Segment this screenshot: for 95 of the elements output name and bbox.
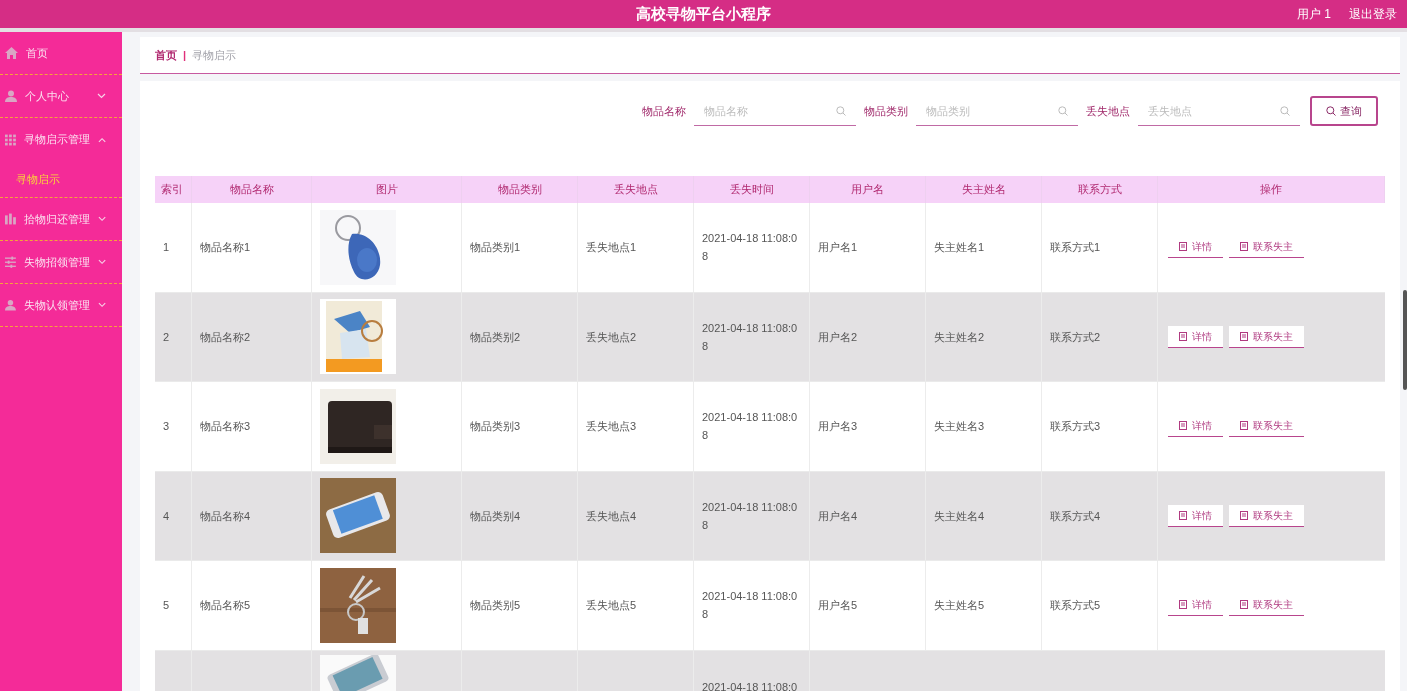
table-cell-text: 2021-04-18 11:08:0 <box>702 679 798 691</box>
table-cell-text: 丢失地点2 <box>586 329 637 345</box>
bar-chart-icon <box>5 213 16 225</box>
sidebar-item[interactable]: 失物认领管理 <box>0 284 122 327</box>
user-icon <box>5 90 17 102</box>
table-cell-text: 失主姓名4 <box>934 508 985 524</box>
table-cell-text: 物品名称1 <box>200 240 251 256</box>
table-cell-text: 用户名5 <box>818 598 858 614</box>
breadcrumb-link[interactable]: 首页 <box>155 46 177 64</box>
breadcrumb-separator: | <box>183 47 187 63</box>
document-icon <box>1240 600 1248 610</box>
search-label: 物品名称 <box>642 103 686 119</box>
sidebar-item[interactable]: 个人中心 <box>0 75 122 118</box>
sidebar-item[interactable]: 寻物启示管理 <box>0 118 122 161</box>
details-button[interactable]: 详情 <box>1168 415 1223 438</box>
table-cell-text: 2021-04-18 11:08:08 <box>702 320 799 354</box>
chevron-down-icon <box>97 302 106 308</box>
chevron-up-icon <box>97 136 106 143</box>
table-cell-text: 丢失地点4 <box>586 508 637 524</box>
table-cell-text: 用户名2 <box>818 329 858 345</box>
table-cell-text: 丢失地点5 <box>586 598 637 614</box>
table-cell-text: 联系方式4 <box>1050 508 1101 524</box>
table-cell-text: 5 <box>163 598 170 614</box>
search-icon <box>1326 106 1336 116</box>
search-label: 物品类别 <box>864 103 908 119</box>
chevron-down-icon <box>97 259 106 265</box>
table-cell-text: 失主姓名5 <box>934 598 985 614</box>
query-button[interactable]: 查询 <box>1310 96 1378 126</box>
table-cell-text: 物品类别4 <box>470 508 521 524</box>
table-cell-text: 用户名3 <box>818 419 858 435</box>
table-cell-text: 3 <box>163 419 170 435</box>
document-icon <box>1179 242 1187 252</box>
table-cell-text: 失主姓名3 <box>934 419 985 435</box>
details-button[interactable]: 详情 <box>1168 236 1223 259</box>
table-cell-text: 物品类别1 <box>470 240 521 256</box>
table-cell-text: 2021-04-18 11:08:08 <box>702 589 799 623</box>
search-icon <box>836 105 846 116</box>
contact-owner-button[interactable]: 联系失主 <box>1229 504 1304 527</box>
table-cell-text: 1 <box>163 240 170 256</box>
contact-owner-button[interactable]: 联系失主 <box>1229 236 1304 259</box>
chevron-down-icon <box>97 93 106 99</box>
username: 用户 1 <box>1297 6 1331 23</box>
table-cell-text: 2021-04-18 11:08:08 <box>702 410 799 444</box>
table-cell-text: 用户名1 <box>818 240 858 256</box>
table-cell-text: 物品名称4 <box>200 508 251 524</box>
table-cell-text: 2 <box>163 329 170 345</box>
document-icon <box>1240 331 1248 341</box>
contact-owner-button[interactable]: 联系失主 <box>1229 594 1304 617</box>
table-cell-text: 物品类别3 <box>470 419 521 435</box>
details-button[interactable]: 详情 <box>1168 594 1223 617</box>
table-cell-text: 物品名称5 <box>200 598 251 614</box>
document-icon <box>1179 421 1187 431</box>
document-icon <box>1240 510 1248 520</box>
search-label: 丢失地点 <box>1086 103 1130 119</box>
grid-icon <box>5 133 16 146</box>
search-field[interactable]: 物品名称 <box>694 96 836 125</box>
document-icon <box>1240 242 1248 252</box>
document-icon <box>1240 421 1248 431</box>
chevron-down-icon <box>97 216 106 222</box>
table-cell-text: 丢失地点1 <box>586 240 637 256</box>
search-icon <box>1058 105 1068 116</box>
table-cell-text: 失主姓名1 <box>934 240 985 256</box>
table-cell-text: 联系方式3 <box>1050 419 1101 435</box>
table-cell-text: 2021-04-18 11:08:08 <box>702 231 799 265</box>
table-cell-text: 4 <box>163 508 170 524</box>
details-button[interactable]: 详情 <box>1168 504 1223 527</box>
table-cell-text: 物品名称2 <box>200 329 251 345</box>
contact-owner-button[interactable]: 联系失主 <box>1229 415 1304 438</box>
document-icon <box>1179 510 1187 520</box>
contact-owner-button[interactable]: 联系失主 <box>1229 325 1304 348</box>
document-icon <box>1179 331 1187 341</box>
table-cell-text: 丢失地点3 <box>586 419 637 435</box>
app-title: 高校寻物平台小程序 <box>636 3 771 24</box>
table-cell-text: 2021-04-18 11:08:08 <box>702 499 799 533</box>
sidebar-item[interactable]: 首页 <box>0 32 122 75</box>
details-button[interactable]: 详情 <box>1168 325 1223 348</box>
sidebar-item[interactable]: 失物招领管理 <box>0 241 122 284</box>
table-cell-text: 联系方式2 <box>1050 329 1101 345</box>
table-cell-text: 用户名4 <box>818 508 858 524</box>
search-field[interactable]: 丢失地点 <box>1138 96 1280 125</box>
search-icon <box>1280 105 1290 116</box>
logout-link[interactable]: 退出登录 <box>1349 5 1397 23</box>
sliders-icon <box>5 256 16 268</box>
home-icon <box>5 47 18 59</box>
table-cell-text: 物品名称3 <box>200 419 251 435</box>
sidebar-item[interactable]: 拾物归还管理 <box>0 198 122 241</box>
search-field[interactable]: 物品类别 <box>916 96 1058 125</box>
table-cell-text: 失主姓名2 <box>934 329 985 345</box>
table-cell-text: 物品类别2 <box>470 329 521 345</box>
table-cell-text: 联系方式5 <box>1050 598 1101 614</box>
document-icon <box>1179 600 1187 610</box>
scrollbar-thumb[interactable] <box>1403 290 1407 390</box>
table-cell-text: 联系方式1 <box>1050 240 1101 256</box>
table-cell-text: 物品类别5 <box>470 598 521 614</box>
user-icon <box>5 299 16 311</box>
